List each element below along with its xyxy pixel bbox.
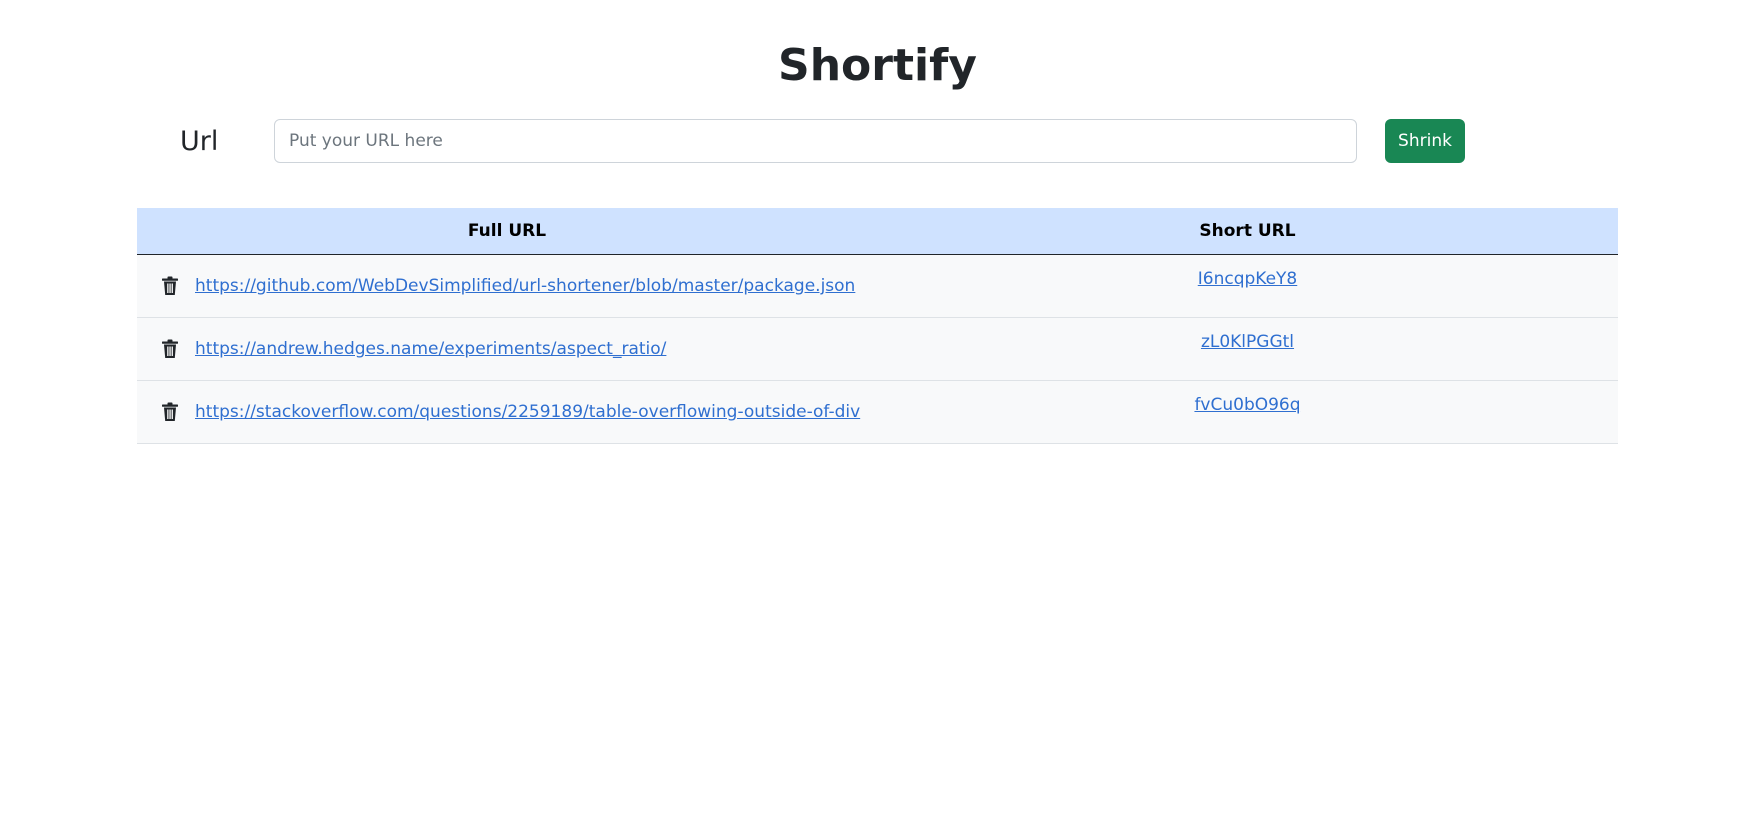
links-table: Full URL Short URL https://github.com/We… [137,208,1618,444]
url-input[interactable] [274,119,1357,163]
full-url-header: Full URL [137,208,877,255]
short-url-cell: zL0KlPGGtl [877,318,1618,381]
full-url-cell: https://andrew.hedges.name/experiments/a… [137,318,877,381]
table-row: https://stackoverflow.com/questions/2259… [137,380,1618,444]
table-row: https://andrew.hedges.name/experiments/a… [137,317,1618,381]
page: Shortify Url Shrink Full URL Short URL [0,0,1755,835]
trash-icon[interactable] [161,276,179,296]
table-row: https://github.com/WebDevSimplified/url-… [137,254,1618,318]
table-header-row: Full URL Short URL [137,208,1618,255]
shrink-button[interactable]: Shrink [1385,119,1465,163]
short-url-link[interactable]: fvCu0bO96q [1194,395,1300,415]
short-url-cell: fvCu0bO96q [877,381,1618,444]
full-url-link[interactable]: https://andrew.hedges.name/experiments/a… [195,339,666,359]
short-url-cell: I6ncqpKeY8 [877,255,1618,318]
table-body: https://github.com/WebDevSimplified/url-… [137,254,1618,444]
short-url-link[interactable]: I6ncqpKeY8 [1198,269,1298,289]
full-url-link[interactable]: https://stackoverflow.com/questions/2259… [195,402,860,422]
full-url-cell: https://github.com/WebDevSimplified/url-… [137,255,877,318]
full-url-cell: https://stackoverflow.com/questions/2259… [137,381,877,444]
trash-icon[interactable] [161,402,179,422]
page-title: Shortify [778,40,977,91]
full-url-link[interactable]: https://github.com/WebDevSimplified/url-… [195,276,855,296]
short-url-link[interactable]: zL0KlPGGtl [1201,332,1294,352]
trash-icon[interactable] [161,339,179,359]
short-url-header: Short URL [877,208,1618,255]
table-header: Full URL Short URL [137,208,1618,255]
url-label: Url [180,126,219,157]
